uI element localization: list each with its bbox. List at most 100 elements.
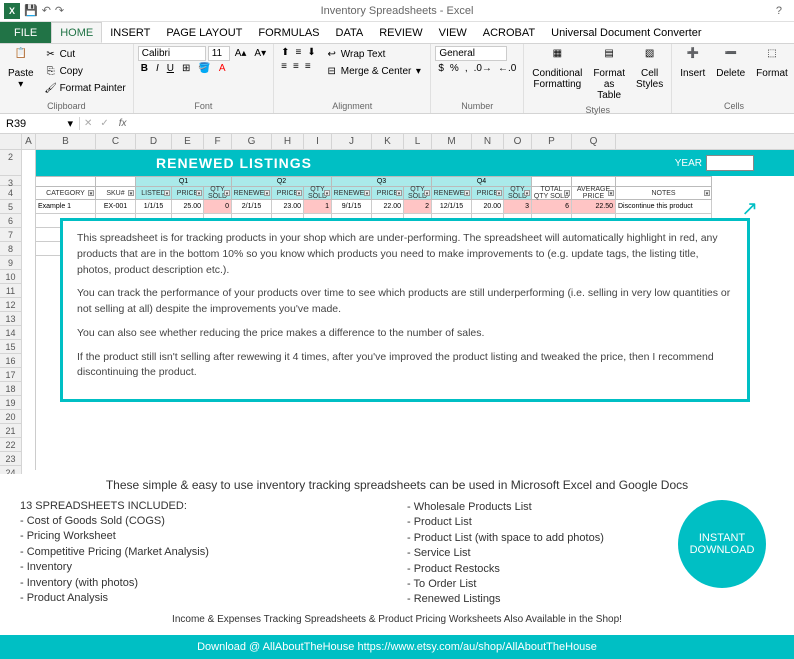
hdr-avg[interactable]: AVERAGE PRICE▾ (572, 186, 616, 200)
row-21[interactable]: 21 (0, 424, 22, 438)
cell-category[interactable]: Example 1 (36, 200, 96, 214)
col-h[interactable]: H (272, 134, 304, 149)
row-17[interactable]: 17 (0, 368, 22, 382)
row-9[interactable]: 9 (0, 256, 22, 270)
table-row[interactable]: Example 1 EX-001 1/1/15 25.00 0 2/1/15 2… (36, 200, 794, 214)
tab-insert[interactable]: INSERT (102, 22, 158, 43)
align-bottom-button[interactable]: ⬇ (304, 46, 318, 59)
row-2[interactable]: 2 (0, 150, 22, 176)
tab-udc[interactable]: Universal Document Converter (543, 22, 709, 43)
qat-save-icon[interactable]: 💾 (24, 4, 38, 17)
cell-renew2[interactable]: 2/1/15 (232, 200, 272, 214)
font-size-select[interactable]: 11 (208, 46, 230, 61)
row-11[interactable]: 11 (0, 284, 22, 298)
fill-color-button[interactable]: 🪣 (195, 62, 213, 75)
hdr-total[interactable]: TOTAL QTY SOLD▾ (532, 186, 572, 200)
cell-sku[interactable]: EX-001 (96, 200, 136, 214)
row-14[interactable]: 14 (0, 326, 22, 340)
col-i[interactable]: I (304, 134, 332, 149)
align-middle-button[interactable]: ≡ (293, 46, 305, 59)
format-as-table-button[interactable]: ▤Format as Table (589, 46, 629, 103)
row-4[interactable]: 4 (0, 186, 22, 200)
cell-qty4[interactable]: 3 (504, 200, 532, 214)
cell-listed1[interactable]: 1/1/15 (136, 200, 172, 214)
col-e[interactable]: E (172, 134, 204, 149)
format-cells-button[interactable]: ⬚Format (752, 46, 792, 99)
hdr-sku[interactable]: SKU#▾ (96, 186, 136, 200)
row-8[interactable]: 8 (0, 242, 22, 256)
row-7[interactable]: 7 (0, 228, 22, 242)
cell-price4[interactable]: 20.00 (472, 200, 504, 214)
cells-area[interactable]: RENEWED LISTINGS YEAR Q1 Q2 Q3 Q4 CATEGO… (22, 150, 794, 480)
hdr-listed1[interactable]: LISTED▾ (136, 186, 172, 200)
delete-cells-button[interactable]: ➖Delete (712, 46, 749, 99)
underline-button[interactable]: U (164, 62, 177, 75)
col-l[interactable]: L (404, 134, 432, 149)
col-j[interactable]: J (332, 134, 372, 149)
align-top-button[interactable]: ⬆ (278, 46, 292, 59)
col-b[interactable]: B (36, 134, 96, 149)
cell-price1[interactable]: 25.00 (172, 200, 204, 214)
cell-qty2[interactable]: 1 (304, 200, 332, 214)
row-12[interactable]: 12 (0, 298, 22, 312)
cell-notes[interactable]: Discontinue this product (616, 200, 712, 214)
row-23[interactable]: 23 (0, 452, 22, 466)
qat-undo-icon[interactable]: ↶ (42, 4, 51, 17)
hdr-renew2[interactable]: RENEWED▾ (232, 186, 272, 200)
col-m[interactable]: M (432, 134, 472, 149)
wrap-text-button[interactable]: ↩Wrap Text (322, 46, 427, 62)
bold-button[interactable]: B (138, 62, 151, 75)
row-10[interactable]: 10 (0, 270, 22, 284)
hdr-renew3[interactable]: RENEWED▾ (332, 186, 372, 200)
tab-review[interactable]: REVIEW (371, 22, 430, 43)
col-n[interactable]: N (472, 134, 504, 149)
hdr-category[interactable]: CATEGORY▾ (36, 186, 96, 200)
cell-styles-button[interactable]: ▧Cell Styles (632, 46, 667, 103)
hdr-notes[interactable]: NOTES▾ (616, 186, 712, 200)
col-g[interactable]: G (232, 134, 272, 149)
hdr-qty2[interactable]: QTY SOLD▾ (304, 186, 332, 200)
tab-home[interactable]: HOME (51, 22, 102, 43)
align-center-button[interactable]: ≡ (290, 60, 302, 73)
currency-button[interactable]: $ (435, 62, 447, 75)
align-left-button[interactable]: ≡ (278, 60, 290, 73)
cell-renew3[interactable]: 9/1/15 (332, 200, 372, 214)
col-q[interactable]: Q (572, 134, 616, 149)
cell-renew4[interactable]: 12/1/15 (432, 200, 472, 214)
formula-input[interactable] (133, 118, 794, 130)
hdr-price4[interactable]: PRICE▾ (472, 186, 504, 200)
hdr-qty1[interactable]: QTY SOLD▾ (204, 186, 232, 200)
cell-total[interactable]: 6 (532, 200, 572, 214)
tab-acrobat[interactable]: ACROBAT (475, 22, 543, 43)
row-6[interactable]: 6 (0, 214, 22, 228)
cell-price3[interactable]: 22.00 (372, 200, 404, 214)
fx-icon[interactable]: fx (113, 118, 133, 129)
cell-qty1[interactable]: 0 (204, 200, 232, 214)
copy-button[interactable]: ⎘Copy (41, 63, 129, 79)
number-format-select[interactable]: General (435, 46, 507, 61)
hdr-qty3[interactable]: QTY SOLD▾ (404, 186, 432, 200)
insert-cells-button[interactable]: ➕Insert (676, 46, 709, 99)
tab-file[interactable]: FILE (0, 22, 51, 43)
col-o[interactable]: O (504, 134, 532, 149)
border-button[interactable]: ⊞ (179, 62, 193, 75)
decrease-font-button[interactable]: A▾ (251, 46, 269, 61)
hdr-renew4[interactable]: RENEWED▾ (432, 186, 472, 200)
increase-font-button[interactable]: A▴ (232, 46, 250, 61)
col-c[interactable]: C (96, 134, 136, 149)
fx-cancel-icon[interactable]: ✕ (80, 118, 96, 129)
year-input[interactable] (706, 155, 754, 171)
filter-icon[interactable]: ▾ (88, 190, 94, 196)
comma-button[interactable]: , (462, 62, 471, 75)
col-f[interactable]: F (204, 134, 232, 149)
name-box[interactable]: R39▾ (0, 117, 80, 130)
row-18[interactable]: 18 (0, 382, 22, 396)
help-icon[interactable]: ? (776, 5, 782, 17)
align-right-button[interactable]: ≡ (302, 60, 314, 73)
fx-accept-icon[interactable]: ✓ (96, 118, 112, 129)
row-3[interactable]: 3 (0, 176, 22, 186)
select-all-corner[interactable] (0, 134, 22, 149)
hdr-qty4[interactable]: QTY SOLD▾ (504, 186, 532, 200)
row-13[interactable]: 13 (0, 312, 22, 326)
hdr-price3[interactable]: PRICE▾ (372, 186, 404, 200)
